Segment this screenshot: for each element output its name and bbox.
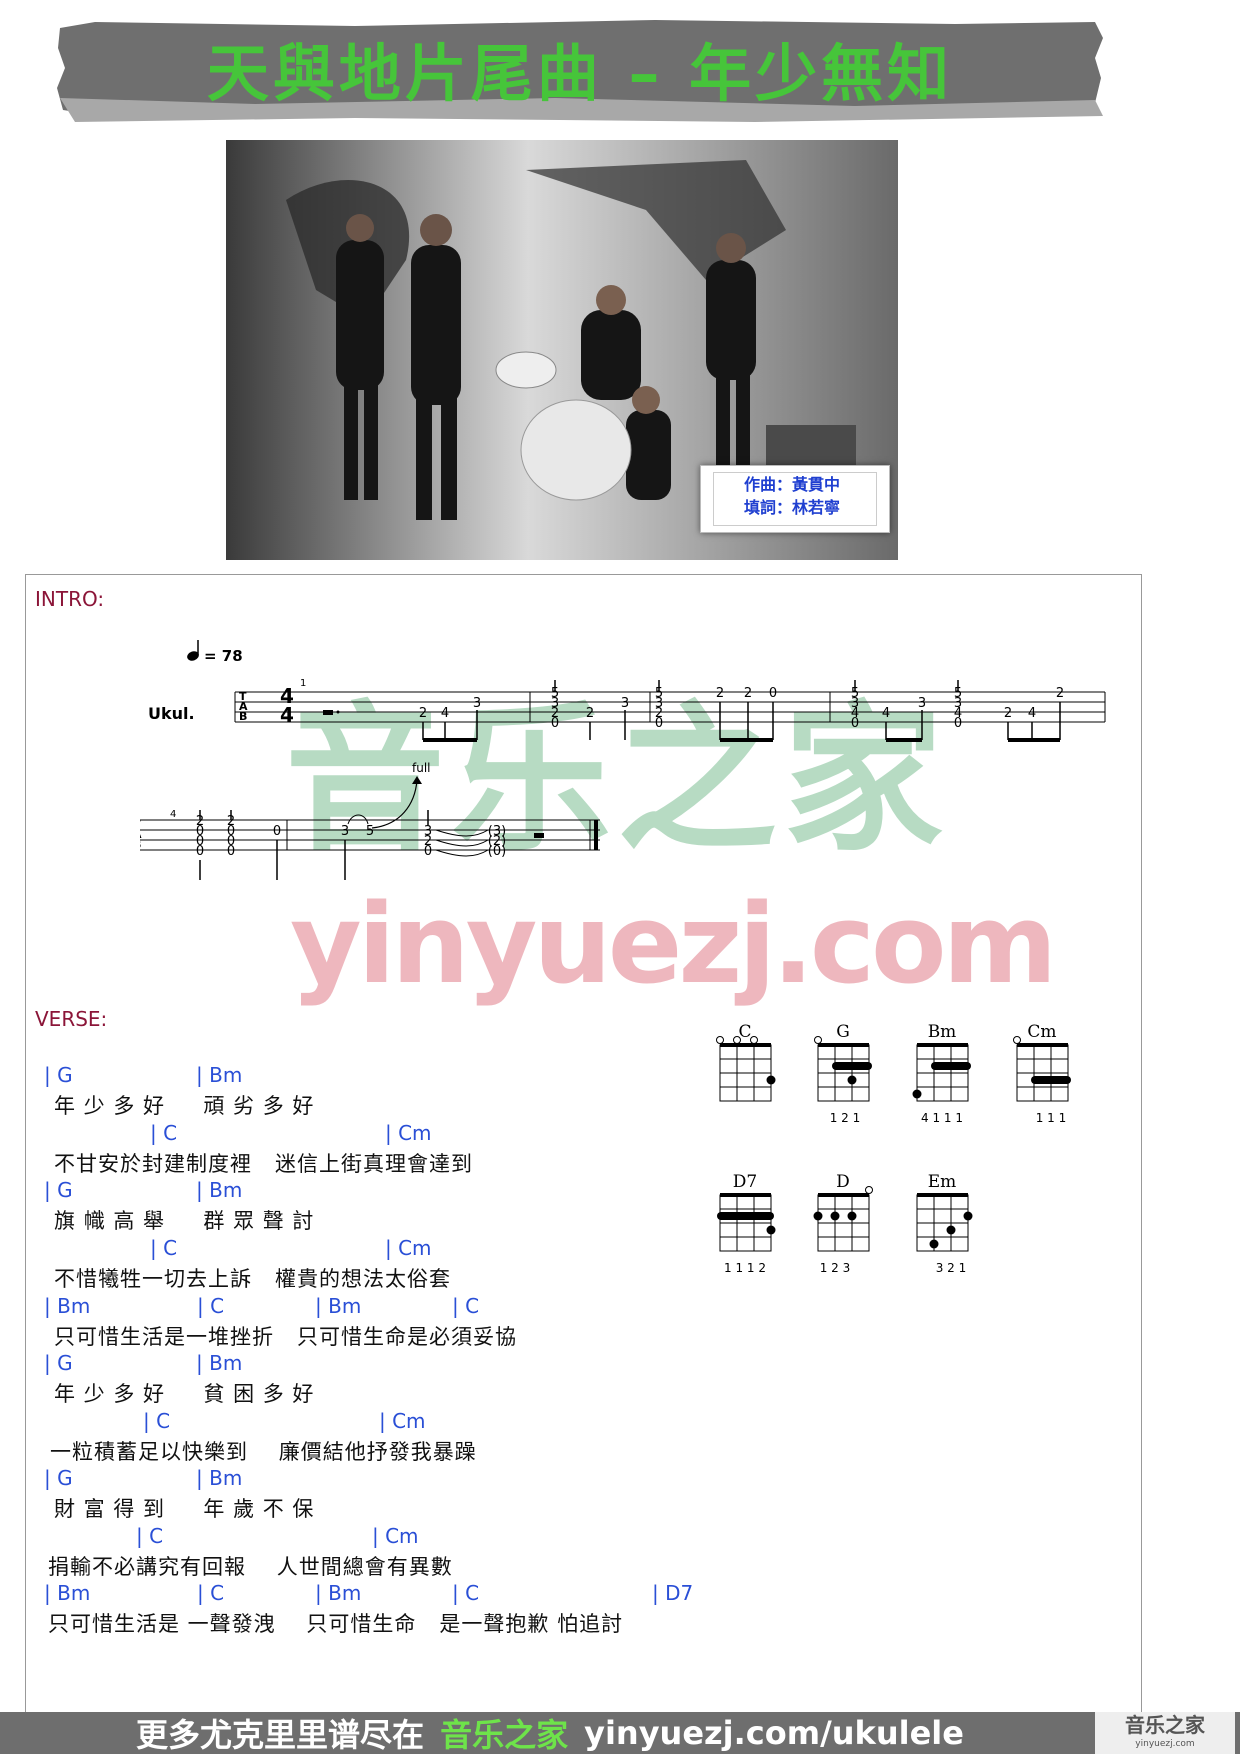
measure-number-1: 1 [300,678,306,689]
lyric-line: 不甘安於封建制度裡 迷信上街真理會達到 [54,1152,474,1176]
svg-text:1 1 1 2: 1 1 1 2 [724,1261,766,1275]
chord-label: | Cm [385,1121,432,1145]
chord-label: | Cm [379,1409,426,1433]
chord-label: | Bm [315,1294,362,1318]
svg-text:0: 0 [851,716,859,731]
footer-promo[interactable]: 更多尤克里里谱尽在 音乐之家 yinyuezj.com/ukulele [0,1712,1100,1754]
lyric-line: 一粒積蓄足以快樂到 廉價結他抒發我暴躁 [50,1440,477,1464]
svg-text:4: 4 [1028,706,1036,721]
chord-label: | G [44,1063,73,1087]
chord-label: | G [44,1178,73,1202]
svg-text:0: 0 [273,824,281,839]
lyric-line: 只可惜生活是 一聲發洩 只可惜生命 是一聲抱歉 怕追討 [48,1612,624,1636]
svg-text:4 1 1 1: 4 1 1 1 [921,1111,963,1125]
chord-label: | G [44,1466,73,1490]
chord-label: | Bm [44,1581,91,1605]
svg-text:3: 3 [473,696,481,711]
chord-label: | Bm [196,1351,243,1375]
svg-text:D7: D7 [733,1172,757,1192]
svg-text:4: 4 [882,706,890,721]
svg-text:2: 2 [1056,686,1064,701]
svg-text:0: 0 [227,844,235,859]
site-logo: 音乐之家 yinyuezj.com [1095,1712,1235,1754]
svg-text:0: 0 [655,716,663,731]
footer-brand: 音乐之家 [440,1716,569,1754]
chord-label: | C [452,1294,480,1318]
svg-text:0: 0 [954,716,962,731]
chord-label: | C [136,1524,164,1548]
svg-text:2: 2 [419,706,427,721]
chord-diagram-bm: Bm 4 1 1 1 [912,1022,971,1125]
chord-diagrams: C G 1 2 1 Bm 4 1 1 1 Cm 1 1 1 D7 1 1 1 2 [716,1022,1071,1275]
lyric-line: 捐輸不必講究有回報 人世間總會有異數 [48,1555,453,1579]
chord-diagram-c: C [716,1022,776,1103]
chord-label: | C [197,1294,225,1318]
svg-text:3: 3 [341,824,349,839]
lyric-line: 財 富 得 到 年 歲 不 保 [54,1497,315,1521]
svg-text:5: 5 [366,824,374,839]
svg-text:1 1 1: 1 1 1 [1036,1111,1067,1125]
credits-box: 作曲：黃貫中 填詞：林若寧 [700,465,890,533]
chord-diagram-em: Em 3 2 1 [915,1172,973,1275]
bend-label: full [412,761,431,775]
svg-text:D: D [836,1172,850,1192]
svg-text:B: B [140,838,141,851]
lyric-line: 只可惜生活是一堆挫折 只可惜生命是必須妥協 [54,1325,518,1349]
svg-text:2: 2 [586,706,594,721]
page-title: 天與地片尾曲 – 年少無知 [206,37,954,110]
lyric-line: 旗 幟 高 舉 群 眾 聲 討 [54,1209,315,1233]
chord-label: | Bm [315,1581,362,1605]
chord-diagram-cm: Cm 1 1 1 [1013,1022,1071,1125]
lyric-line: 不惜犧牲一切去上訴 權貴的想法太俗套 [54,1267,452,1291]
svg-text:1 2 3: 1 2 3 [820,1261,851,1275]
svg-text:0: 0 [551,716,559,731]
svg-text:3: 3 [918,696,926,711]
chord-label: | C [452,1581,480,1605]
footer-url[interactable]: yinyuezj.com/ukulele [584,1714,964,1752]
lyric-line: 年 少 多 好 貧 困 多 好 [54,1382,315,1406]
svg-text:(0): (0) [488,844,506,859]
svg-text:2: 2 [744,686,752,701]
svg-text:3: 3 [621,696,629,711]
footer-text: 更多尤克里里谱尽在 [136,1716,425,1754]
lyricist-credit: 填詞：林若寧 [744,498,841,517]
chord-label: | D7 [652,1581,694,1605]
svg-text:Em: Em [928,1172,957,1192]
chord-label: | Cm [372,1524,419,1548]
chord-diagram-d7: D7 1 1 1 2 [717,1172,776,1275]
svg-text:4: 4 [441,706,449,721]
svg-text:Cm: Cm [1027,1022,1056,1042]
composer-credit: 作曲：黃貫中 [744,475,841,494]
chord-label: | Bm [44,1294,91,1318]
svg-text:1 2 1: 1 2 1 [830,1111,861,1125]
svg-text:0: 0 [424,844,432,859]
measure-number-4: 4 [170,809,176,820]
svg-text:G: G [836,1022,850,1042]
svg-text:0: 0 [769,686,777,701]
chord-label: | C [150,1236,178,1260]
chord-label: | C [143,1409,171,1433]
svg-text:B: B [239,710,247,723]
svg-text:3 2 1: 3 2 1 [936,1261,967,1275]
chord-label: | Bm [196,1178,243,1202]
chord-label: | Cm [385,1236,432,1260]
chord-diagram-g: G 1 2 1 [814,1022,872,1125]
svg-text:2: 2 [716,686,724,701]
svg-text:4: 4 [280,703,294,727]
svg-text:2: 2 [1004,706,1012,721]
svg-text:Bm: Bm [928,1022,957,1042]
chord-label: | C [150,1121,178,1145]
chord-diagram-d: D 1 2 3 [813,1172,873,1275]
tempo-text: = 78 [204,647,243,665]
chord-label: | Bm [196,1063,243,1087]
verse-label: VERSE: [35,1007,108,1031]
svg-text:0: 0 [196,844,204,859]
chord-label: | Bm [196,1466,243,1490]
chord-label: | C [197,1581,225,1605]
instrument-label: Ukul. [148,704,195,723]
intro-label: INTRO: [35,587,105,611]
intro-tab-staff: = 78 Ukul. TAB 44 1 2 43 5320 23 5320 220… [140,640,1106,880]
lyric-line: 年 少 多 好 頑 劣 多 好 [54,1094,315,1118]
chord-label: | G [44,1351,73,1375]
